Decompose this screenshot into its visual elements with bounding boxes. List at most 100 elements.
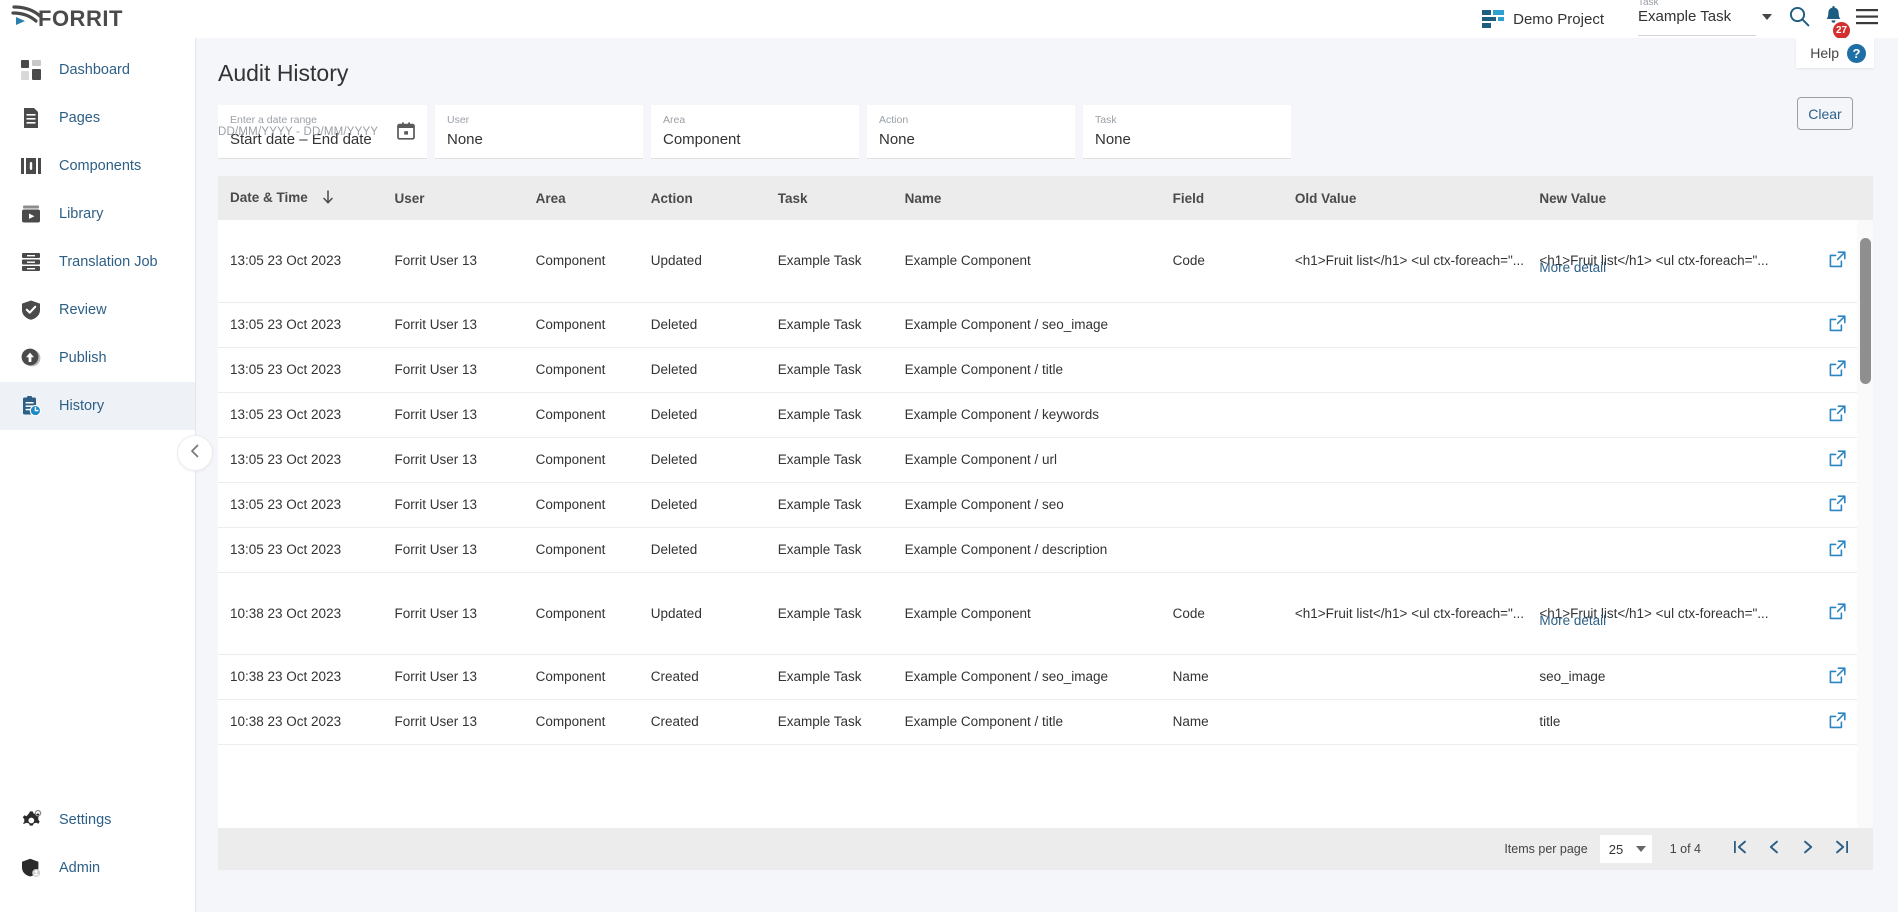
sidebar-item-dashboard[interactable]: Dashboard: [0, 46, 195, 94]
search-icon: [1789, 6, 1810, 32]
sidebar-item-admin[interactable]: Admin: [0, 844, 196, 892]
project-grid-icon: [1482, 10, 1504, 28]
cell-task: Example Task: [766, 347, 893, 392]
gear-icon: [20, 809, 42, 831]
column-header-field[interactable]: Field: [1161, 176, 1283, 220]
cell-name: Example Component / keywords: [893, 392, 1161, 437]
cell-area: Component: [524, 699, 639, 744]
sidebar-item-label: Translation Job: [59, 254, 158, 270]
items-per-page-value: 25: [1609, 842, 1623, 857]
action-filter-select[interactable]: Action None: [867, 105, 1075, 159]
table-row[interactable]: 13:05 23 Oct 2023Forrit User 13Component…: [218, 347, 1873, 392]
cell-date-time: 13:05 23 Oct 2023: [218, 347, 383, 392]
cell-field: Code: [1161, 572, 1283, 654]
column-header-action[interactable]: Action: [639, 176, 766, 220]
sidebar-item-publish[interactable]: Publish: [0, 334, 195, 382]
items-per-page-select[interactable]: 25: [1600, 835, 1652, 863]
main-menu-button[interactable]: [1850, 2, 1884, 36]
cell-action: Deleted: [639, 527, 766, 572]
cell-task: Example Task: [766, 572, 893, 654]
column-header-new-value[interactable]: New Value: [1527, 176, 1816, 220]
sidebar-item-settings[interactable]: Settings: [0, 796, 196, 844]
first-page-button[interactable]: [1723, 832, 1757, 866]
cell-date-time: 10:38 23 Oct 2023: [218, 699, 383, 744]
chevron-down-icon[interactable]: [1762, 14, 1772, 20]
cell-user: Forrit User 13: [383, 392, 524, 437]
sidebar-item-translation-job[interactable]: Translation Job: [0, 238, 195, 286]
cell-user: Forrit User 13: [383, 527, 524, 572]
column-header-area[interactable]: Area: [524, 176, 639, 220]
help-button[interactable]: Help ?: [1796, 38, 1874, 68]
cell-new-value: [1527, 302, 1816, 347]
table-row[interactable]: 10:38 23 Oct 2023Forrit User 13Component…: [218, 654, 1873, 699]
table-row[interactable]: 10:38 23 Oct 2023Forrit User 13Component…: [218, 699, 1873, 744]
next-page-button[interactable]: [1791, 832, 1825, 866]
more-detail-link[interactable]: More detail: [1539, 260, 1606, 275]
task-filter-select[interactable]: Task None: [1083, 105, 1291, 159]
table-paginator: Items per page 25 1 of 4: [218, 828, 1873, 870]
area-filter-select[interactable]: Area Component: [651, 105, 859, 159]
table-row[interactable]: 13:05 23 Oct 2023Forrit User 13Component…: [218, 302, 1873, 347]
sort-descending-icon: [322, 190, 334, 207]
column-header-date-time[interactable]: Date & Time: [218, 176, 383, 220]
cell-user: Forrit User 13: [383, 482, 524, 527]
task-selector-value: Example Task: [1638, 8, 1756, 30]
filter-bar: Enter a date range Start date – End date…: [196, 87, 1898, 159]
cell-user: Forrit User 13: [383, 654, 524, 699]
sidebar-item-pages[interactable]: Pages: [0, 94, 195, 142]
cell-action: Deleted: [639, 437, 766, 482]
user-filter-select[interactable]: User None: [435, 105, 643, 159]
column-header-task[interactable]: Task: [766, 176, 893, 220]
column-header-old-value[interactable]: Old Value: [1283, 176, 1527, 220]
cell-date-time: 10:38 23 Oct 2023: [218, 654, 383, 699]
cell-action: Updated: [639, 220, 766, 302]
sidebar-item-review[interactable]: Review: [0, 286, 195, 334]
logo-text: FORRIT: [38, 6, 123, 32]
sidebar-item-library[interactable]: Library: [0, 190, 195, 238]
sidebar-item-label: Components: [59, 158, 141, 174]
main-content: Audit History Enter a date range Start d…: [196, 38, 1898, 912]
column-label: Date & Time: [230, 190, 308, 205]
table-row[interactable]: 13:05 23 Oct 2023Forrit User 13Component…: [218, 437, 1873, 482]
publish-upload-icon: [20, 347, 42, 369]
column-header-name[interactable]: Name: [893, 176, 1161, 220]
search-button[interactable]: [1782, 2, 1816, 36]
cell-old-value: [1283, 302, 1527, 347]
table-row[interactable]: 10:38 23 Oct 2023Forrit User 13Component…: [218, 572, 1873, 654]
table-row[interactable]: 13:05 23 Oct 2023Forrit User 13Component…: [218, 220, 1873, 302]
table-row[interactable]: 13:05 23 Oct 2023Forrit User 13Component…: [218, 527, 1873, 572]
table-row[interactable]: 13:05 23 Oct 2023Forrit User 13Component…: [218, 392, 1873, 437]
notifications-button[interactable]: 27: [1816, 2, 1850, 36]
more-detail-link[interactable]: More detail: [1539, 613, 1606, 628]
sidebar-item-components[interactable]: Components: [0, 142, 195, 190]
cell-new-value: [1527, 437, 1816, 482]
sidebar-secondary-nav: Settings Admin: [0, 796, 196, 892]
project-name[interactable]: Demo Project: [1513, 11, 1604, 28]
cell-field: [1161, 302, 1283, 347]
date-range-label: Enter a date range: [230, 114, 415, 126]
cell-old-value: [1283, 482, 1527, 527]
previous-page-button[interactable]: [1757, 832, 1791, 866]
cell-task: Example Task: [766, 220, 893, 302]
task-selector[interactable]: Task Example Task: [1638, 8, 1756, 30]
last-page-button[interactable]: [1825, 832, 1859, 866]
calendar-icon[interactable]: [397, 122, 415, 145]
column-header-user[interactable]: User: [383, 176, 524, 220]
cell-new-value: [1527, 527, 1816, 572]
app-logo[interactable]: FORRIT: [0, 0, 196, 38]
cell-field: [1161, 527, 1283, 572]
top-bar-right: Demo Project Task Example Task: [1482, 0, 1898, 38]
cell-new-value: <h1>Fruit list</h1> <ul ctx-foreach="...…: [1527, 220, 1816, 302]
cell-name: Example Component: [893, 220, 1161, 302]
sidebar-primary-nav: Dashboard Pages: [0, 38, 195, 430]
cell-task: Example Task: [766, 482, 893, 527]
table-scrollbar-thumb[interactable]: [1860, 238, 1871, 384]
cell-task: Example Task: [766, 437, 893, 482]
sidebar-collapse-button[interactable]: [177, 435, 213, 471]
last-page-icon: [1834, 839, 1850, 860]
table-row[interactable]: 13:05 23 Oct 2023Forrit User 13Component…: [218, 482, 1873, 527]
cell-task: Example Task: [766, 392, 893, 437]
sidebar-item-history[interactable]: History: [0, 382, 195, 430]
clear-filters-button[interactable]: Clear: [1797, 97, 1853, 130]
cell-new-value: seo_image: [1527, 654, 1816, 699]
